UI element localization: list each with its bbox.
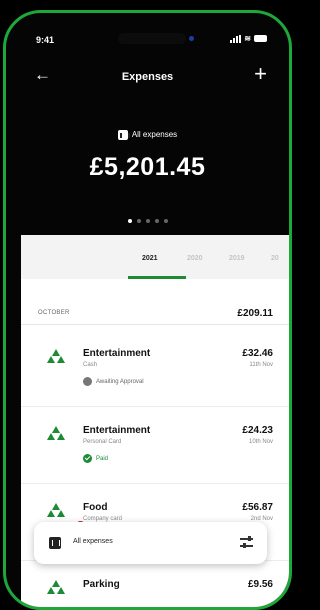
battery-icon xyxy=(254,35,267,42)
expense-row[interactable]: Parking £9.56 xyxy=(21,566,289,607)
category-icon xyxy=(47,426,65,440)
expense-payment-method: Cash xyxy=(83,362,98,368)
page-dot[interactable] xyxy=(136,219,141,223)
expense-payment-method: Personal Card xyxy=(83,439,122,445)
expense-status-text: Awaiting Approval xyxy=(96,378,144,385)
phone-frame: 9:41 ≋ ← Expenses + All expenses £5,201.… xyxy=(3,10,292,610)
chart-icon xyxy=(117,130,130,140)
expense-status-text: Paid xyxy=(96,455,109,462)
month-name: OCTOBER xyxy=(38,310,70,316)
expense-status: Awaiting Approval xyxy=(83,377,144,386)
clock-icon xyxy=(83,377,92,386)
wifi-icon: ≋ xyxy=(244,34,251,43)
total-amount: £5,201.45 xyxy=(89,153,206,181)
tab-year-2021[interactable]: 2021 xyxy=(142,255,158,262)
expense-amount: £32.46 xyxy=(242,348,273,359)
category-icon xyxy=(47,349,65,363)
filter-label: All expenses xyxy=(73,538,113,545)
check-icon xyxy=(83,454,92,463)
expense-amount: £56.87 xyxy=(242,502,273,513)
expense-category: Entertainment xyxy=(83,425,151,436)
expense-date: 10th Nov xyxy=(248,439,273,445)
summary-label: All expenses xyxy=(6,130,289,140)
page-dot[interactable] xyxy=(154,219,159,223)
status-time: 9:41 xyxy=(36,35,55,45)
expense-amount: £9.56 xyxy=(247,579,273,590)
expense-amount: £24.23 xyxy=(242,425,273,436)
expense-category: Entertainment xyxy=(83,348,151,359)
camera-dot xyxy=(189,36,194,41)
month-header: OCTOBER £209.11 xyxy=(21,305,289,325)
expense-row[interactable]: Entertainment Cash £32.46 11th Nov Await… xyxy=(21,335,289,407)
expense-row[interactable]: Entertainment Personal Card £24.23 10th … xyxy=(21,412,289,484)
year-tabs: 2021 2020 2019 20 xyxy=(21,235,289,279)
summary-label-text: All expenses xyxy=(131,130,178,140)
category-icon xyxy=(47,580,65,594)
chart-icon xyxy=(49,537,61,549)
month-total: £209.11 xyxy=(237,308,273,319)
tab-year-2018[interactable]: 20 xyxy=(271,255,279,262)
status-icons: ≋ xyxy=(230,34,267,43)
page-indicator[interactable] xyxy=(6,219,289,223)
page-title: Expenses xyxy=(121,71,174,83)
category-icon xyxy=(47,503,65,517)
sliders-icon[interactable] xyxy=(240,536,253,548)
active-tab-indicator xyxy=(128,276,186,279)
tab-year-2019[interactable]: 2019 xyxy=(229,255,245,262)
signal-icon xyxy=(230,34,242,43)
app-header: ← Expenses + xyxy=(6,61,289,91)
dynamic-island xyxy=(118,33,186,44)
page-dot[interactable] xyxy=(127,219,132,223)
tab-year-2020[interactable]: 2020 xyxy=(187,255,203,262)
filter-bar[interactable]: All expenses xyxy=(34,522,267,564)
add-expense-button[interactable]: + xyxy=(254,61,267,87)
expense-status: Paid xyxy=(83,454,108,463)
page-dot[interactable] xyxy=(145,219,150,223)
expense-category: Food xyxy=(83,502,108,513)
expense-category: Parking xyxy=(83,579,120,590)
page-dot[interactable] xyxy=(163,219,168,223)
status-bar: 9:41 ≋ xyxy=(6,33,289,49)
expense-date: 11th Nov xyxy=(249,362,273,368)
